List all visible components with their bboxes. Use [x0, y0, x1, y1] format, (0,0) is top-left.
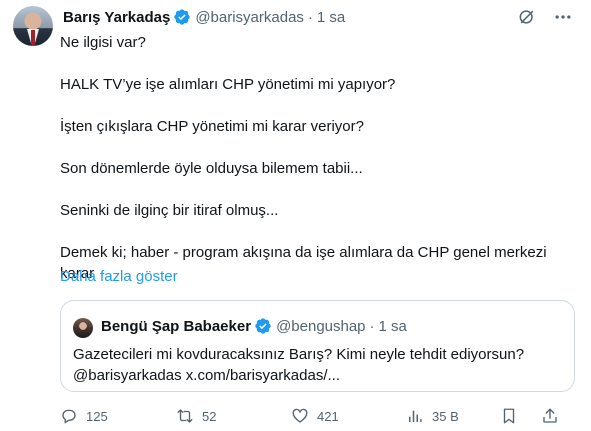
show-more-link[interactable]: Daha fazla göster: [60, 268, 178, 285]
share-button[interactable]: [541, 405, 559, 427]
tweet-line: İşten çıkışlara CHP yönetimi mi karar ve…: [60, 118, 364, 135]
tweet-header: Barış Yarkadaş @barisyarkadas · 1 sa: [63, 6, 345, 28]
views-button[interactable]: 35 B: [406, 405, 459, 427]
quoted-author-handle: @bengushap: [276, 317, 366, 335]
avatar-tie: [31, 30, 35, 46]
quoted-line: Gazetecileri mi kovduracaksınız Barış? K…: [73, 346, 525, 363]
grok-icon[interactable]: [513, 6, 541, 28]
quoted-tweet-text: Gazetecileri mi kovduracaksınız Barış? K…: [73, 344, 524, 386]
quoted-author-avatar: [73, 318, 93, 338]
tweet-line: Son dönemlerde öyle olduysa bilemem tabi…: [60, 160, 363, 177]
repost-icon: [177, 409, 193, 423]
views-icon: [409, 410, 422, 422]
tweet-time[interactable]: 1 sa: [317, 9, 345, 26]
views-count: 35 B: [432, 408, 459, 424]
reply-count: 125: [86, 408, 108, 424]
verified-badge-icon: [255, 318, 271, 334]
author-name[interactable]: Barış Yarkadaş: [63, 9, 170, 26]
tweet-line: HALK TV’ye işe alımları CHP yönetimi mi …: [60, 76, 396, 93]
more-icon[interactable]: [549, 6, 577, 28]
verified-badge-icon: [174, 9, 190, 25]
tweet-line: Seninki de ilginç bir itiraf olmuş...: [60, 202, 279, 219]
quoted-tweet[interactable]: Bengü Şap Babaeker @bengushap · 1 sa Gaz…: [60, 300, 575, 392]
bookmark-button[interactable]: [500, 405, 518, 427]
repost-count: 52: [202, 408, 217, 424]
reply-button[interactable]: 125: [60, 405, 108, 427]
like-button[interactable]: 421: [291, 405, 339, 427]
like-icon: [292, 408, 308, 423]
tweet-actions: 125 52 421 35 B: [60, 405, 575, 427]
separator-dot: ·: [307, 8, 313, 26]
quoted-tweet-header: Bengü Şap Babaeker @bengushap · 1 sa: [101, 317, 407, 335]
quoted-tweet-time: 1 sa: [378, 317, 407, 335]
author-handle[interactable]: @barisyarkadas: [195, 9, 304, 26]
repost-button[interactable]: 52: [176, 405, 216, 427]
bookmark-icon: [503, 408, 515, 424]
tweet-line: Ne ilgisi var?: [60, 34, 146, 51]
separator-dot: ·: [369, 317, 375, 335]
like-count: 421: [317, 408, 339, 424]
reply-icon: [62, 409, 76, 424]
author-avatar[interactable]: [13, 6, 53, 46]
tweet-line: Demek ki; haber - program akışına da işe…: [60, 244, 547, 261]
share-icon: [543, 408, 557, 423]
quoted-line: @barisyarkadas x.com/barisyarkadas/...: [73, 367, 340, 384]
tweet-top-actions: [513, 6, 577, 28]
quoted-author-name: Bengü Şap Babaeker: [101, 317, 252, 335]
